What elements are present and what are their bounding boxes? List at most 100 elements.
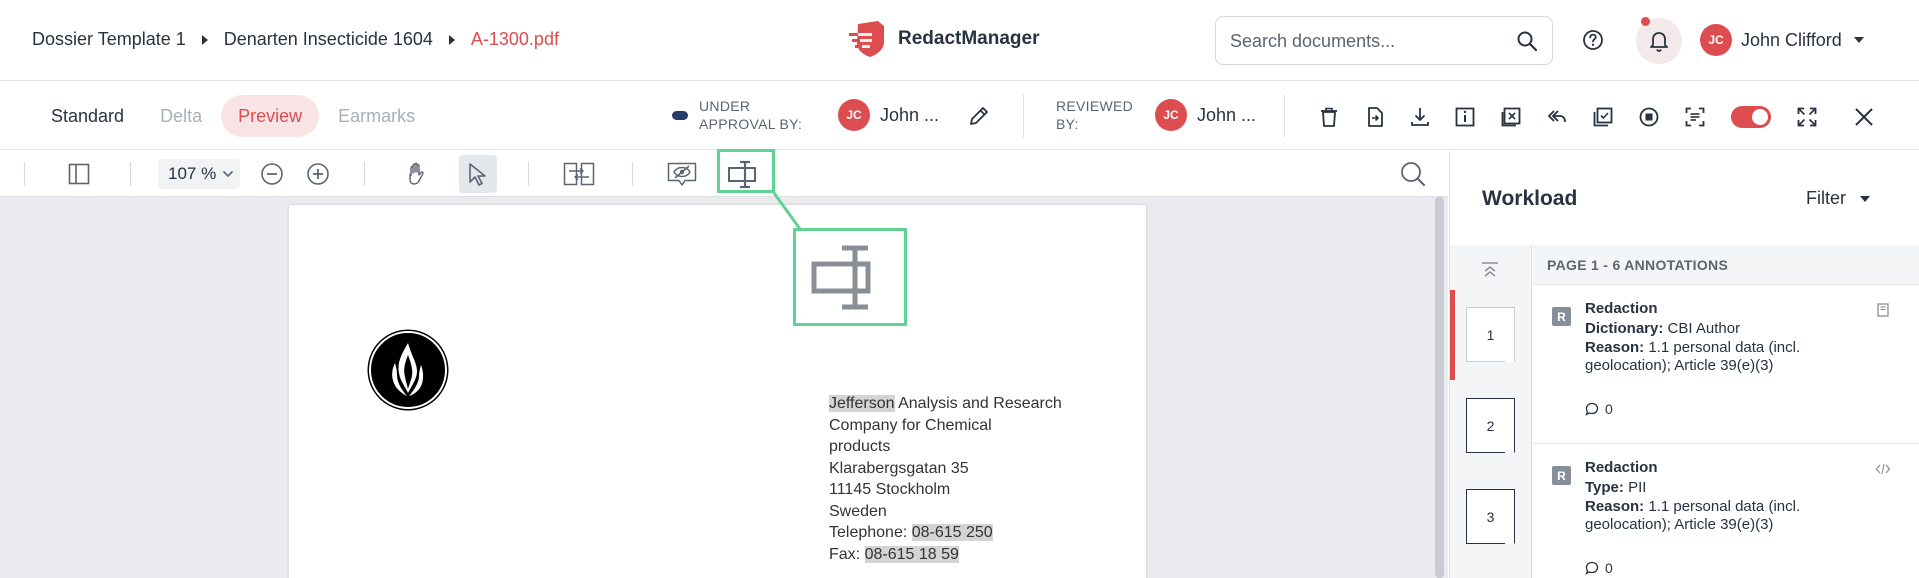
filter-button[interactable]: Filter [1806, 188, 1870, 209]
document-scrollbar[interactable] [1435, 197, 1444, 578]
select-arrow-icon [469, 163, 486, 186]
zoom-in-button[interactable] [301, 157, 335, 191]
tab-earmarks[interactable]: Earmarks [321, 95, 432, 137]
undo-icon[interactable] [1544, 104, 1570, 130]
annotation-type: Redaction [1585, 459, 1658, 476]
redaction-preview-toggle[interactable] [1731, 106, 1771, 128]
redaction-badge: R [1552, 466, 1571, 485]
address-line: Fax: 08-615 18 59 [829, 545, 959, 563]
tab-delta[interactable]: Delta [143, 95, 219, 137]
comment-icon [1585, 402, 1599, 416]
avatar: JC [1700, 24, 1732, 56]
text-select-icon [811, 245, 871, 310]
top-header: Dossier Template 1 Denarten Insecticide … [0, 0, 1919, 81]
search-icon[interactable] [1516, 30, 1538, 52]
address-line: products [829, 438, 891, 455]
avatar: JC [838, 99, 870, 131]
divider [632, 162, 633, 186]
document-viewer[interactable]: Jefferson Analysis and Research Company … [0, 197, 1448, 578]
page-thumbnail[interactable]: 1 [1466, 307, 1515, 362]
annotation-item[interactable]: R Redaction Type: PII Reason: 1.1 person… [1533, 445, 1919, 578]
annotation-dictionary: Dictionary: CBI Author [1585, 320, 1741, 337]
breadcrumb: Dossier Template 1 Denarten Insecticide … [32, 29, 559, 50]
download-icon[interactable] [1407, 104, 1433, 130]
caret-down-icon [1853, 37, 1864, 43]
annotation-reason: Reason: 1.1 personal data (incl. geoloca… [1585, 339, 1801, 374]
info-icon[interactable] [1452, 104, 1478, 130]
approver[interactable]: JC John ... [838, 99, 939, 131]
address-line: 11145 Stockholm [829, 481, 951, 498]
divider [364, 162, 365, 186]
workload-header: Workload Filter [1450, 151, 1919, 245]
tab-standard[interactable]: Standard [34, 95, 141, 137]
hide-annotations-button[interactable] [665, 157, 699, 191]
comment-count[interactable]: 0 [1585, 560, 1613, 576]
redaction-badge: R [1552, 307, 1571, 326]
workload-panel: Workload Filter 1 2 3 PAGE 1 - 6 ANNOTAT… [1449, 151, 1919, 578]
brand[interactable]: RedactManager [848, 20, 1040, 58]
annotations-section-header: PAGE 1 - 6 ANNOTATIONS [1533, 245, 1919, 285]
workload-title: Workload [1482, 187, 1578, 210]
pan-tool-button[interactable] [400, 157, 434, 191]
close-icon[interactable] [1851, 104, 1877, 130]
approval-label: UNDER APPROVAL BY: [699, 98, 803, 132]
search-input[interactable] [1230, 27, 1510, 55]
search-icon [1401, 162, 1425, 186]
callout-highlight [717, 149, 775, 193]
redactmanager-logo-icon [849, 21, 884, 57]
file-export-icon[interactable] [1362, 104, 1388, 130]
redacted-fax[interactable]: 08-615 18 59 [864, 545, 959, 563]
document-search-button[interactable] [1396, 157, 1430, 191]
breadcrumb-file[interactable]: A-1300.pdf [471, 29, 559, 50]
toggle-knob [1752, 109, 1768, 125]
help-icon[interactable] [1580, 27, 1606, 53]
fullscreen-icon[interactable] [1794, 104, 1820, 130]
breadcrumb-dossier-template[interactable]: Dossier Template 1 [32, 29, 186, 50]
trash-icon[interactable] [1316, 104, 1342, 130]
user-menu[interactable]: JC John Clifford [1700, 24, 1864, 56]
code-icon [1875, 463, 1891, 475]
address-line: Sweden [829, 502, 887, 520]
stop-icon[interactable] [1636, 104, 1662, 130]
pan-hand-icon [409, 162, 424, 185]
status-indicator [672, 111, 688, 120]
document-page[interactable]: Jefferson Analysis and Research Company … [289, 205, 1146, 578]
breadcrumb-separator-icon [448, 34, 455, 45]
address-line: Telephone: 08-615 250 [829, 524, 993, 541]
brand-name: RedactManager [898, 28, 1040, 49]
comment-count[interactable]: 0 [1585, 401, 1613, 417]
annotation-item[interactable]: R Redaction Dictionary: CBI Author Reaso… [1533, 286, 1919, 444]
search-box[interactable] [1215, 16, 1553, 65]
breadcrumb-separator-icon [201, 34, 208, 45]
divider [130, 162, 131, 186]
reviewer-name: John ... [1197, 104, 1257, 125]
document-toolbar: Standard Delta Preview Earmarks UNDER AP… [0, 82, 1919, 150]
zoom-value: 107 % [168, 164, 217, 183]
collapse-up-icon[interactable] [1480, 261, 1500, 279]
zoom-out-button[interactable] [255, 157, 289, 191]
address-line: Company for Chemical [829, 416, 992, 434]
tab-preview[interactable]: Preview [221, 95, 320, 137]
redacted-name[interactable]: Jefferson [829, 395, 895, 412]
sidebar-toggle-button[interactable] [62, 157, 96, 191]
reviewer[interactable]: JC John ... [1155, 99, 1256, 131]
scan-icon[interactable] [1682, 104, 1708, 130]
compare-button[interactable] [562, 157, 596, 191]
close-box-icon[interactable] [1498, 104, 1524, 130]
divider [528, 162, 529, 186]
page-thumbnail[interactable]: 2 [1466, 398, 1515, 453]
compare-icon [563, 162, 595, 186]
annotation-type: Redaction [1585, 300, 1658, 317]
zoom-select[interactable]: 107 % [158, 159, 240, 189]
divider [1284, 94, 1285, 138]
redacted-phone[interactable]: 08-615 250 [911, 524, 993, 541]
select-tool-button[interactable] [459, 155, 497, 193]
edit-pencil-icon[interactable] [967, 104, 991, 128]
breadcrumb-dossier[interactable]: Denarten Insecticide 1604 [224, 29, 433, 50]
company-logo [369, 331, 447, 409]
page-thumbnail[interactable]: 3 [1466, 489, 1515, 544]
zoom-in-icon [307, 163, 329, 185]
dictionary-book-icon [1877, 303, 1889, 317]
copy-check-icon[interactable] [1590, 104, 1616, 130]
current-page-marker [1450, 290, 1455, 380]
